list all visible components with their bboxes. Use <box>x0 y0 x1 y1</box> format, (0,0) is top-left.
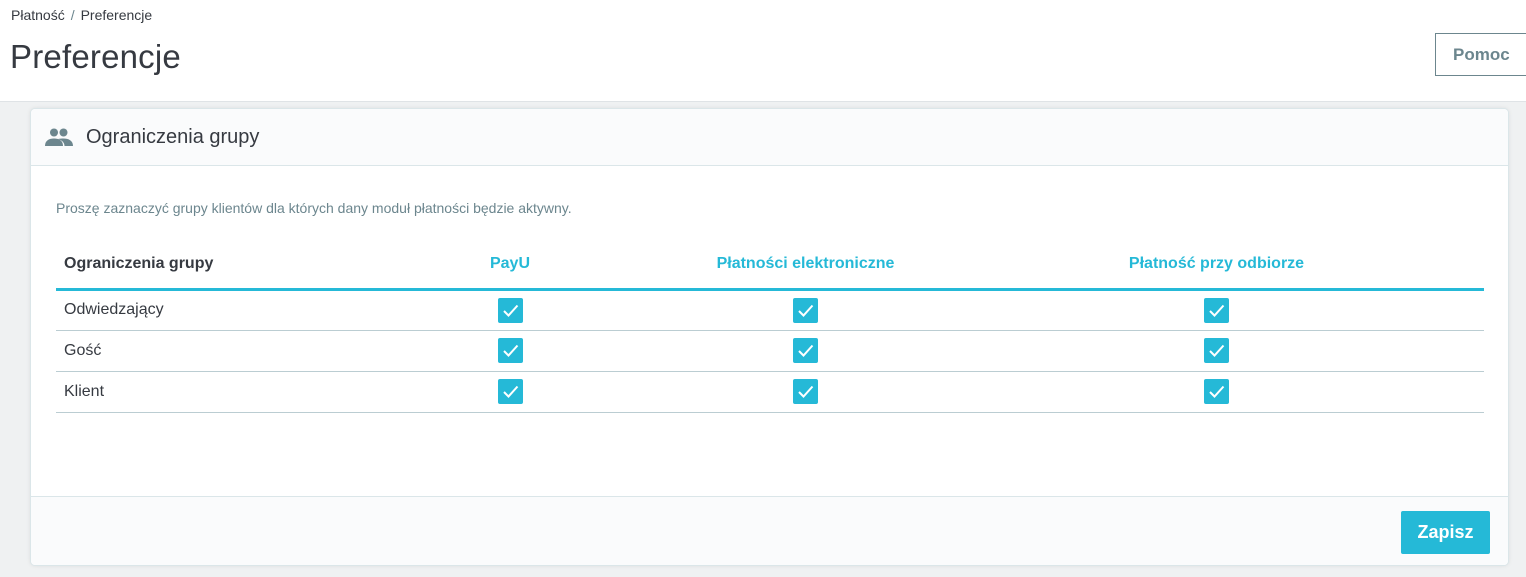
breadcrumb-item-payment[interactable]: Płatność <box>11 7 65 23</box>
checkbox-guest-electronic[interactable] <box>793 338 818 363</box>
card-footer: Zapisz <box>31 496 1508 565</box>
checkbox-customer-electronic[interactable] <box>793 379 818 404</box>
column-header-electronic-payments: Płatności elektroniczne <box>662 241 949 291</box>
table-row: Odwiedzający <box>56 289 1484 331</box>
check-icon <box>798 344 814 357</box>
breadcrumb-separator: / <box>70 7 75 23</box>
table-row: Klient <box>56 371 1484 413</box>
check-icon <box>502 344 518 357</box>
checkbox-visitor-electronic[interactable] <box>793 297 818 323</box>
column-header-payu: PayU <box>358 241 662 291</box>
check-icon <box>1209 304 1225 317</box>
breadcrumb: Płatność / Preferencje <box>11 7 152 23</box>
check-icon <box>502 385 518 398</box>
card-title: Ograniczenia grupy <box>86 125 260 148</box>
column-header-cash-on-delivery: Płatność przy odbiorze <box>949 241 1484 291</box>
group-name: Klient <box>56 371 358 413</box>
checkbox-visitor-payu[interactable] <box>497 297 523 323</box>
table-row: Gość <box>56 330 1484 372</box>
column-header-group: Ograniczenia grupy <box>56 241 358 291</box>
page-header: Płatność / Preferencje Preferencje Pomoc <box>0 0 1526 102</box>
check-icon <box>798 304 814 317</box>
users-icon <box>45 127 73 147</box>
table-header-row: Ograniczenia grupy PayU Płatności elektr… <box>56 241 1484 291</box>
group-restrictions-table: Ograniczenia grupy PayU Płatności elektr… <box>56 241 1484 413</box>
checkbox-customer-payu[interactable] <box>497 379 523 404</box>
checkbox-visitor-cod[interactable] <box>1204 297 1229 323</box>
help-button[interactable]: Pomoc <box>1435 33 1526 76</box>
check-icon <box>1209 344 1225 357</box>
card-header: Ograniczenia grupy <box>31 109 1508 166</box>
check-icon <box>798 385 814 398</box>
group-restrictions-card: Ograniczenia grupy Proszę zaznaczyć grup… <box>30 108 1509 566</box>
group-name: Odwiedzający <box>56 289 358 331</box>
card-description: Proszę zaznaczyć grupy klientów dla któr… <box>56 200 572 216</box>
check-icon <box>1209 385 1225 398</box>
save-button[interactable]: Zapisz <box>1401 511 1490 554</box>
page-title: Preferencje <box>10 38 181 75</box>
checkbox-guest-payu[interactable] <box>497 338 523 363</box>
check-icon <box>502 304 518 317</box>
checkbox-guest-cod[interactable] <box>1204 338 1229 363</box>
group-name: Gość <box>56 330 358 372</box>
checkbox-customer-cod[interactable] <box>1204 379 1229 404</box>
breadcrumb-item-preferences: Preferencje <box>80 7 153 23</box>
